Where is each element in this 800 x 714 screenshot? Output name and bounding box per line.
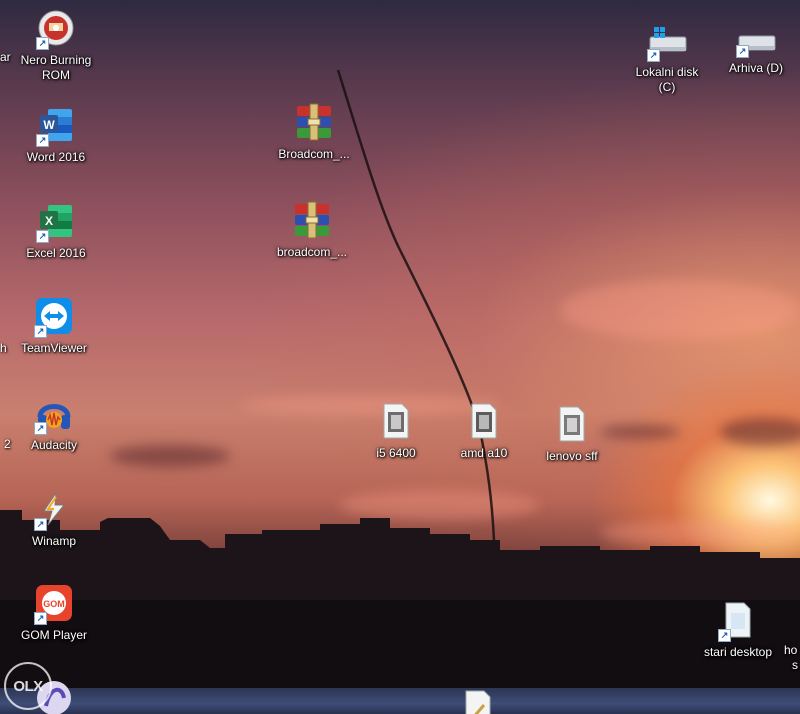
- icon-label: amd a10: [460, 446, 508, 460]
- icon-label: Nero Burning ROM: [20, 53, 92, 82]
- icon-label: GOM Player: [20, 628, 87, 642]
- drive-icon: ↗: [734, 26, 778, 58]
- shortcut-arrow-icon: ↗: [718, 629, 731, 642]
- winrar-archive-icon: [290, 198, 334, 242]
- local-disk-icon: ↗: [645, 18, 689, 62]
- desktop-icon-broadcom-archive-2[interactable]: broadcom_...: [270, 198, 354, 260]
- partial-icon-label: ar: [0, 50, 11, 64]
- desktop[interactable]: ↗ Nero Burning ROM W ↗ Word 2016 X ↗ Exc…: [0, 0, 800, 714]
- shortcut-arrow-icon: ↗: [36, 37, 49, 50]
- desktop-icon-local-disk-c[interactable]: ↗ Lokalni disk (C): [625, 18, 709, 95]
- folder-shortcut-icon: ↗: [716, 598, 760, 642]
- shortcut-arrow-icon: ↗: [36, 134, 49, 147]
- desktop-icon-i5-6400[interactable]: i5 6400: [354, 399, 438, 461]
- icon-label: i5 6400: [376, 446, 416, 460]
- olx-watermark: OLX: [4, 662, 52, 710]
- desktop-icon-audacity[interactable]: ↗ Audacity: [12, 391, 96, 453]
- svg-text:X: X: [45, 214, 53, 228]
- icon-label: Broadcom_...: [278, 147, 350, 161]
- icon-label: Word 2016: [26, 150, 86, 164]
- desktop-icon-lenovo-sff[interactable]: lenovo sff: [530, 402, 614, 464]
- shortcut-arrow-icon: ↗: [647, 49, 660, 62]
- desktop-icon-amd-a10[interactable]: amd a10: [442, 399, 526, 461]
- water: [0, 688, 800, 714]
- icon-label: Winamp: [31, 534, 76, 548]
- partial-icon-label: 2: [4, 437, 11, 451]
- svg-text:GOM: GOM: [43, 599, 65, 609]
- image-file-icon: [374, 399, 418, 443]
- desktop-icon-broadcom-archive[interactable]: Broadcom_...: [272, 100, 356, 162]
- shortcut-arrow-icon: ↗: [34, 612, 47, 625]
- desktop-icon-stari-desktop[interactable]: ↗ stari desktop: [696, 598, 780, 660]
- winamp-icon: ↗: [32, 487, 76, 531]
- partial-icon-label: s: [792, 658, 798, 672]
- icon-label: TeamViewer: [21, 341, 87, 355]
- excel-icon: X ↗: [34, 199, 78, 243]
- audacity-icon: ↗: [32, 391, 76, 435]
- gom-player-icon: GOM ↗: [32, 581, 76, 625]
- shortcut-arrow-icon: ↗: [34, 422, 47, 435]
- icon-label: Lokalni disk (C): [635, 65, 699, 94]
- desktop-icon-gom-player[interactable]: GOM ↗ GOM Player: [12, 581, 96, 643]
- nero-burning-rom-icon: ↗: [34, 6, 78, 50]
- word-icon: W ↗: [34, 103, 78, 147]
- desktop-icon-file-partial[interactable]: [436, 686, 520, 714]
- desktop-icon-nero[interactable]: ↗ Nero Burning ROM: [14, 6, 98, 83]
- winrar-archive-icon: [292, 100, 336, 144]
- shortcut-arrow-icon: ↗: [34, 325, 47, 338]
- desktop-icon-winamp[interactable]: ↗ Winamp: [12, 487, 96, 549]
- image-file-icon: [462, 399, 506, 443]
- svg-text:W: W: [43, 118, 55, 132]
- icon-label: lenovo sff: [546, 449, 598, 463]
- desktop-icon-arhiva-d[interactable]: ↗ Arhiva (D): [714, 26, 798, 76]
- teamviewer-icon: ↗: [32, 294, 76, 338]
- icon-label: Audacity: [30, 438, 78, 452]
- shortcut-arrow-icon: ↗: [34, 518, 47, 531]
- city-skyline: [0, 510, 800, 714]
- desktop-icon-teamviewer[interactable]: ↗ TeamViewer: [12, 294, 96, 356]
- image-file-icon: [550, 402, 594, 446]
- icon-label: Arhiva (D): [728, 61, 783, 75]
- desktop-icon-excel[interactable]: X ↗ Excel 2016: [14, 199, 98, 261]
- desktop-icon-word[interactable]: W ↗ Word 2016: [14, 103, 98, 165]
- partial-icon-label: ho: [784, 643, 798, 657]
- file-icon: [456, 686, 500, 714]
- shortcut-arrow-icon: ↗: [36, 230, 49, 243]
- icon-label: Excel 2016: [26, 246, 86, 260]
- icon-label: stari desktop: [703, 645, 773, 659]
- icon-label: broadcom_...: [276, 245, 348, 259]
- shortcut-arrow-icon: ↗: [736, 45, 749, 58]
- partial-icon-label: h: [0, 341, 7, 355]
